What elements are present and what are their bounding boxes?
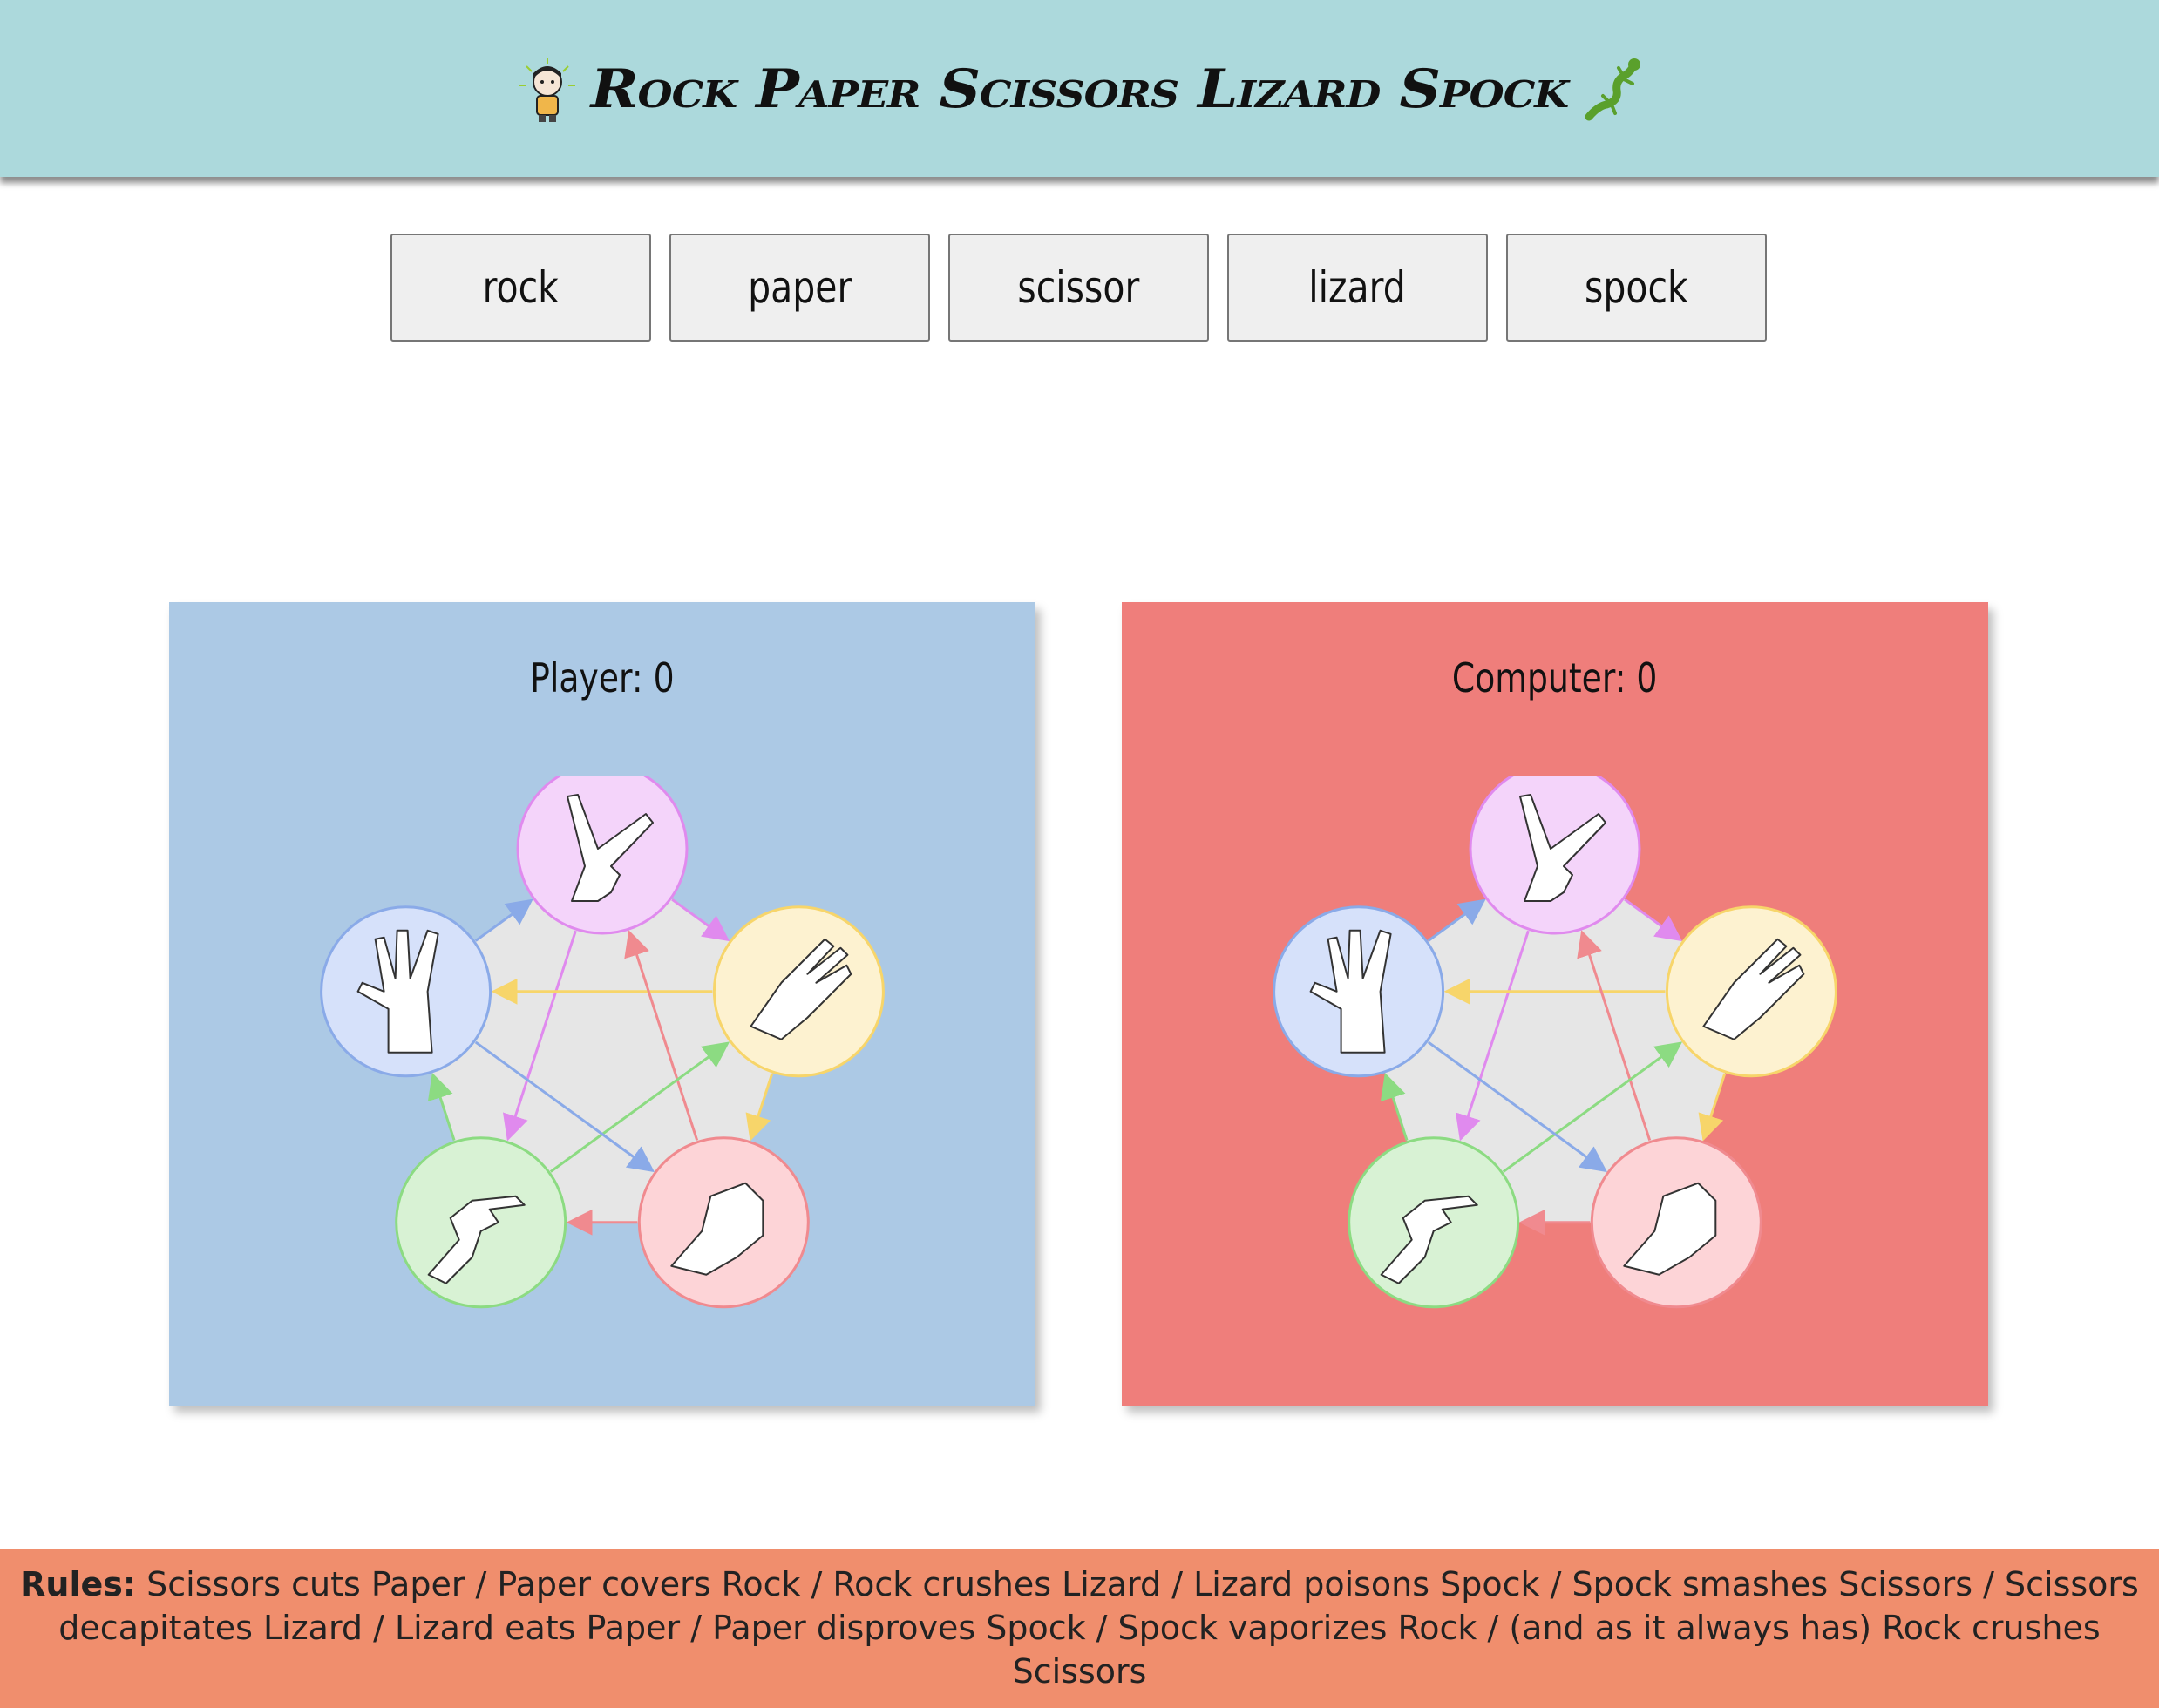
lizard-button[interactable]: lizard [1227, 234, 1488, 342]
computer-score: Computer: 0 [1452, 654, 1658, 702]
player-rules-diagram [320, 776, 885, 1309]
lizard-icon [1585, 58, 1641, 120]
paper-hand-icon [712, 905, 885, 1078]
rock-hand-icon [637, 1136, 810, 1309]
lizard-hand-icon [395, 1136, 567, 1309]
spock-button[interactable]: spock [1506, 234, 1767, 342]
header-bar: Rock Paper Scissors Lizard Spock [0, 0, 2159, 177]
paper-button[interactable]: paper [669, 234, 930, 342]
scissor-button[interactable]: scissor [948, 234, 1209, 342]
spock-hand-icon [1273, 905, 1445, 1078]
rock-hand-icon [1590, 1136, 1762, 1309]
spock-avatar-icon [519, 57, 575, 122]
scissors-hand-icon [516, 776, 689, 935]
rules-footer: Rules: Scissors cuts Paper / Paper cover… [0, 1549, 2159, 1708]
scissors-hand-icon [1469, 776, 1641, 935]
player-panel: Player: 0 [169, 602, 1035, 1406]
computer-rules-diagram [1273, 776, 1837, 1309]
paper-hand-icon [1665, 905, 1837, 1078]
rules-label: Rules: [20, 1565, 137, 1603]
lizard-hand-icon [1348, 1136, 1520, 1309]
spock-hand-icon [320, 905, 492, 1078]
rock-button[interactable]: rock [390, 234, 651, 342]
computer-panel: Computer: 0 [1122, 602, 1988, 1406]
page-title: Rock Paper Scissors Lizard Spock [590, 57, 1570, 120]
rules-text: Scissors cuts Paper / Paper covers Rock … [58, 1565, 2139, 1691]
choice-buttons: rock paper scissor lizard spock [390, 234, 1768, 342]
player-score: Player: 0 [530, 654, 675, 702]
